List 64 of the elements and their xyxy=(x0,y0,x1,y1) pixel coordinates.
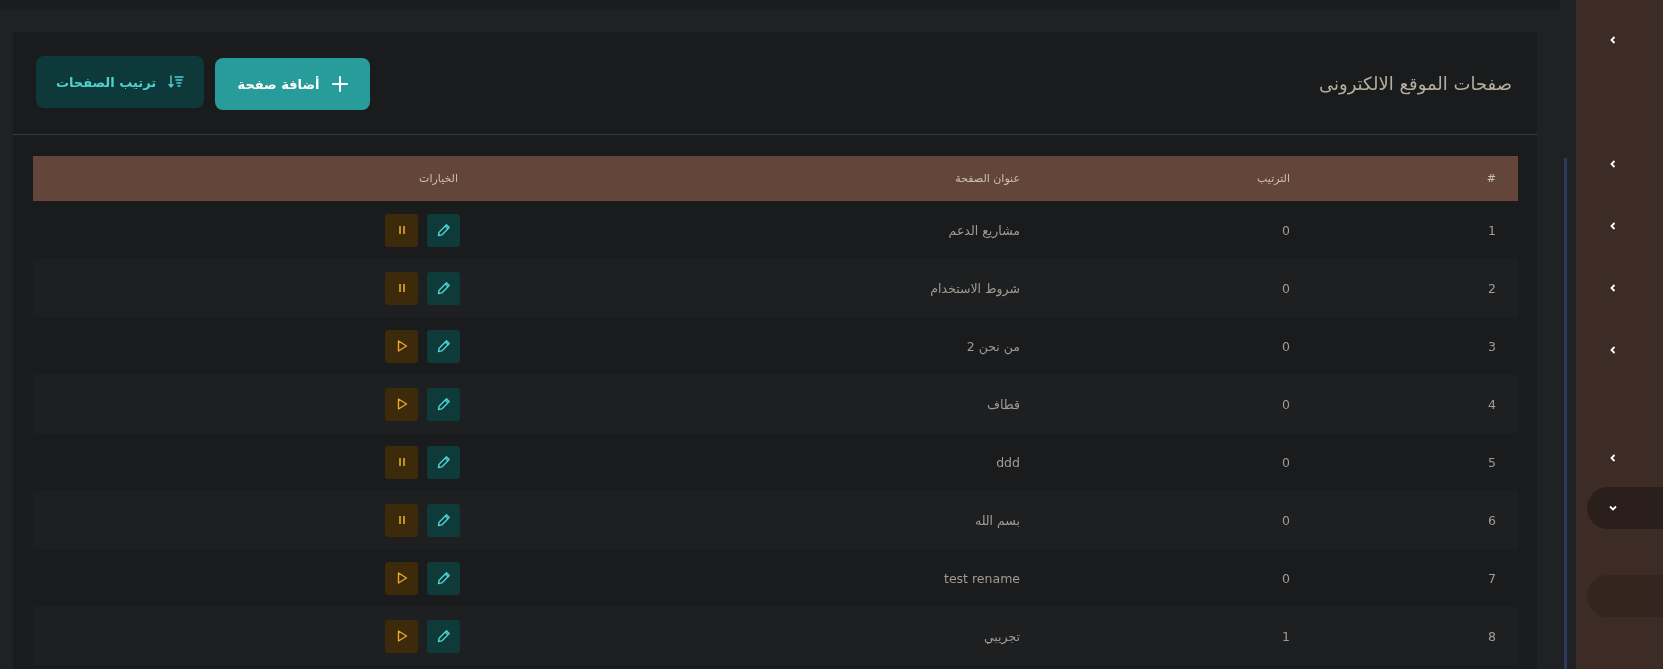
pause-button[interactable] xyxy=(385,213,418,247)
pencil-icon xyxy=(436,281,451,295)
table-cell-text: 1 xyxy=(1487,222,1497,238)
column-header: الخيارات xyxy=(418,172,459,185)
edit-button[interactable] xyxy=(427,329,460,363)
column-header: عنوان الصفحة xyxy=(954,172,1020,185)
pencil-icon xyxy=(436,571,451,585)
table-cell-text: مشاريع الدعم xyxy=(947,222,1020,238)
table-cell-text: تجريبي xyxy=(982,628,1020,644)
chevron-left-icon xyxy=(1608,283,1618,293)
scrollbar[interactable] xyxy=(1564,158,1567,669)
table-cell-text: قطاف xyxy=(986,396,1020,412)
edit-button[interactable] xyxy=(427,387,460,421)
column-header: # xyxy=(1485,172,1497,185)
chevron-left-icon xyxy=(1608,345,1618,355)
pause-button[interactable] xyxy=(385,271,418,305)
sort-pages-button[interactable]: ترتيب الصفحات xyxy=(36,56,204,108)
table-cell-text: 6 xyxy=(1487,512,1497,528)
table-cell-text: من نحن 2 xyxy=(965,338,1020,354)
chevron-left-icon xyxy=(1608,35,1618,45)
table-cell-text: 0 xyxy=(1281,222,1290,238)
table-cell-text: 0 xyxy=(1281,280,1290,296)
pencil-icon xyxy=(436,513,451,527)
pencil-icon xyxy=(436,629,451,643)
pencil-icon xyxy=(436,397,451,411)
pencil-icon xyxy=(436,339,451,353)
table-cell-text: 8 xyxy=(1487,628,1497,644)
edit-button[interactable] xyxy=(427,271,460,305)
play-button[interactable] xyxy=(385,561,418,595)
table-cell-text: 3 xyxy=(1487,338,1497,354)
table-cell-text: 0 xyxy=(1281,512,1290,528)
table-cell-text: بسم الله xyxy=(973,512,1020,528)
edit-button[interactable] xyxy=(427,445,460,479)
edit-button[interactable] xyxy=(427,213,460,247)
edit-button[interactable] xyxy=(427,561,460,595)
table-cell-text: 0 xyxy=(1281,570,1290,586)
pause-button[interactable] xyxy=(385,445,418,479)
play-button[interactable] xyxy=(385,619,418,653)
chevron-left-icon xyxy=(1608,453,1618,463)
table-cell-text: test rename xyxy=(943,570,1020,586)
table-cell-text: 2 xyxy=(1487,280,1497,296)
table-cell-text: 0 xyxy=(1281,338,1290,354)
pause-button[interactable] xyxy=(385,503,418,537)
sort-icon xyxy=(168,74,185,90)
table-cell-text: 7 xyxy=(1487,570,1497,586)
table-cell-text: 4 xyxy=(1487,396,1497,412)
column-header: الترتيب xyxy=(1256,172,1290,185)
table-cell-text: شروط الاستخدام xyxy=(929,280,1020,296)
table-cell-text: 1 xyxy=(1281,628,1290,644)
table-cell-text: ddd xyxy=(995,454,1020,470)
table-cell-text: 0 xyxy=(1281,454,1290,470)
page-title: صفحات الموقع الالكترونى xyxy=(1318,72,1512,94)
table-cell-text: 5 xyxy=(1487,454,1497,470)
edit-button[interactable] xyxy=(427,619,460,653)
chevron-left-icon xyxy=(1608,159,1618,169)
table-cell-text: 0 xyxy=(1281,396,1290,412)
play-button[interactable] xyxy=(385,329,418,363)
chevron-left-icon xyxy=(1608,221,1618,231)
plus-icon xyxy=(331,76,348,92)
play-button[interactable] xyxy=(385,387,418,421)
chevron-down-icon xyxy=(1608,503,1618,513)
pencil-icon xyxy=(436,455,451,469)
edit-button[interactable] xyxy=(427,503,460,537)
pencil-icon xyxy=(436,223,451,237)
